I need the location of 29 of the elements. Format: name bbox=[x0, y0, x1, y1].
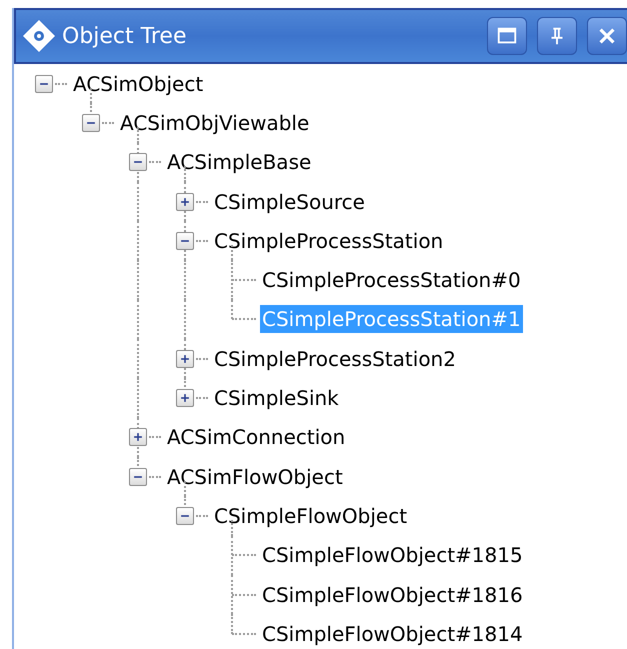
collapse-icon[interactable] bbox=[129, 153, 147, 172]
tree-item[interactable]: ACSimObjViewable bbox=[118, 108, 312, 137]
close-button[interactable] bbox=[587, 17, 627, 55]
collapse-icon[interactable] bbox=[35, 74, 53, 93]
tree-item[interactable]: CSimpleFlowObject bbox=[212, 502, 410, 530]
expand-icon[interactable] bbox=[176, 192, 194, 211]
tree-item[interactable]: CSimpleFlowObject#1814 bbox=[260, 620, 525, 648]
tree-item[interactable]: CSimpleProcessStation#0 bbox=[260, 266, 523, 294]
collapse-icon[interactable] bbox=[176, 232, 194, 250]
tree-item[interactable]: ACSimFlowObject bbox=[165, 462, 345, 491]
tree-item[interactable]: CSimpleSource bbox=[212, 188, 367, 216]
expand-icon[interactable] bbox=[176, 389, 194, 408]
tree-item[interactable]: ACSimConnection bbox=[165, 423, 348, 452]
maximize-button[interactable] bbox=[487, 17, 527, 55]
tree-item[interactable]: CSimpleFlowObject#1815 bbox=[260, 541, 525, 570]
tree-item[interactable]: CSimpleProcessStation2 bbox=[212, 344, 458, 373]
tree-item[interactable]: CSimpleProcessStation bbox=[212, 226, 446, 255]
tree-item[interactable]: CSimpleFlowObject#1816 bbox=[260, 580, 525, 608]
tree-item[interactable]: CSimpleSink bbox=[212, 384, 341, 412]
collapse-icon[interactable] bbox=[129, 468, 147, 486]
tree-item[interactable]: ACSimpleBase bbox=[165, 148, 314, 176]
expand-icon[interactable] bbox=[129, 428, 147, 446]
expand-icon[interactable] bbox=[176, 350, 194, 368]
pin-button[interactable] bbox=[537, 17, 577, 55]
window-title: Object Tree bbox=[62, 24, 186, 48]
collapse-icon[interactable] bbox=[176, 506, 194, 525]
tree-item[interactable]: ACSimObject bbox=[71, 70, 206, 98]
collapse-icon[interactable] bbox=[82, 114, 100, 132]
diamond-icon bbox=[22, 19, 56, 53]
